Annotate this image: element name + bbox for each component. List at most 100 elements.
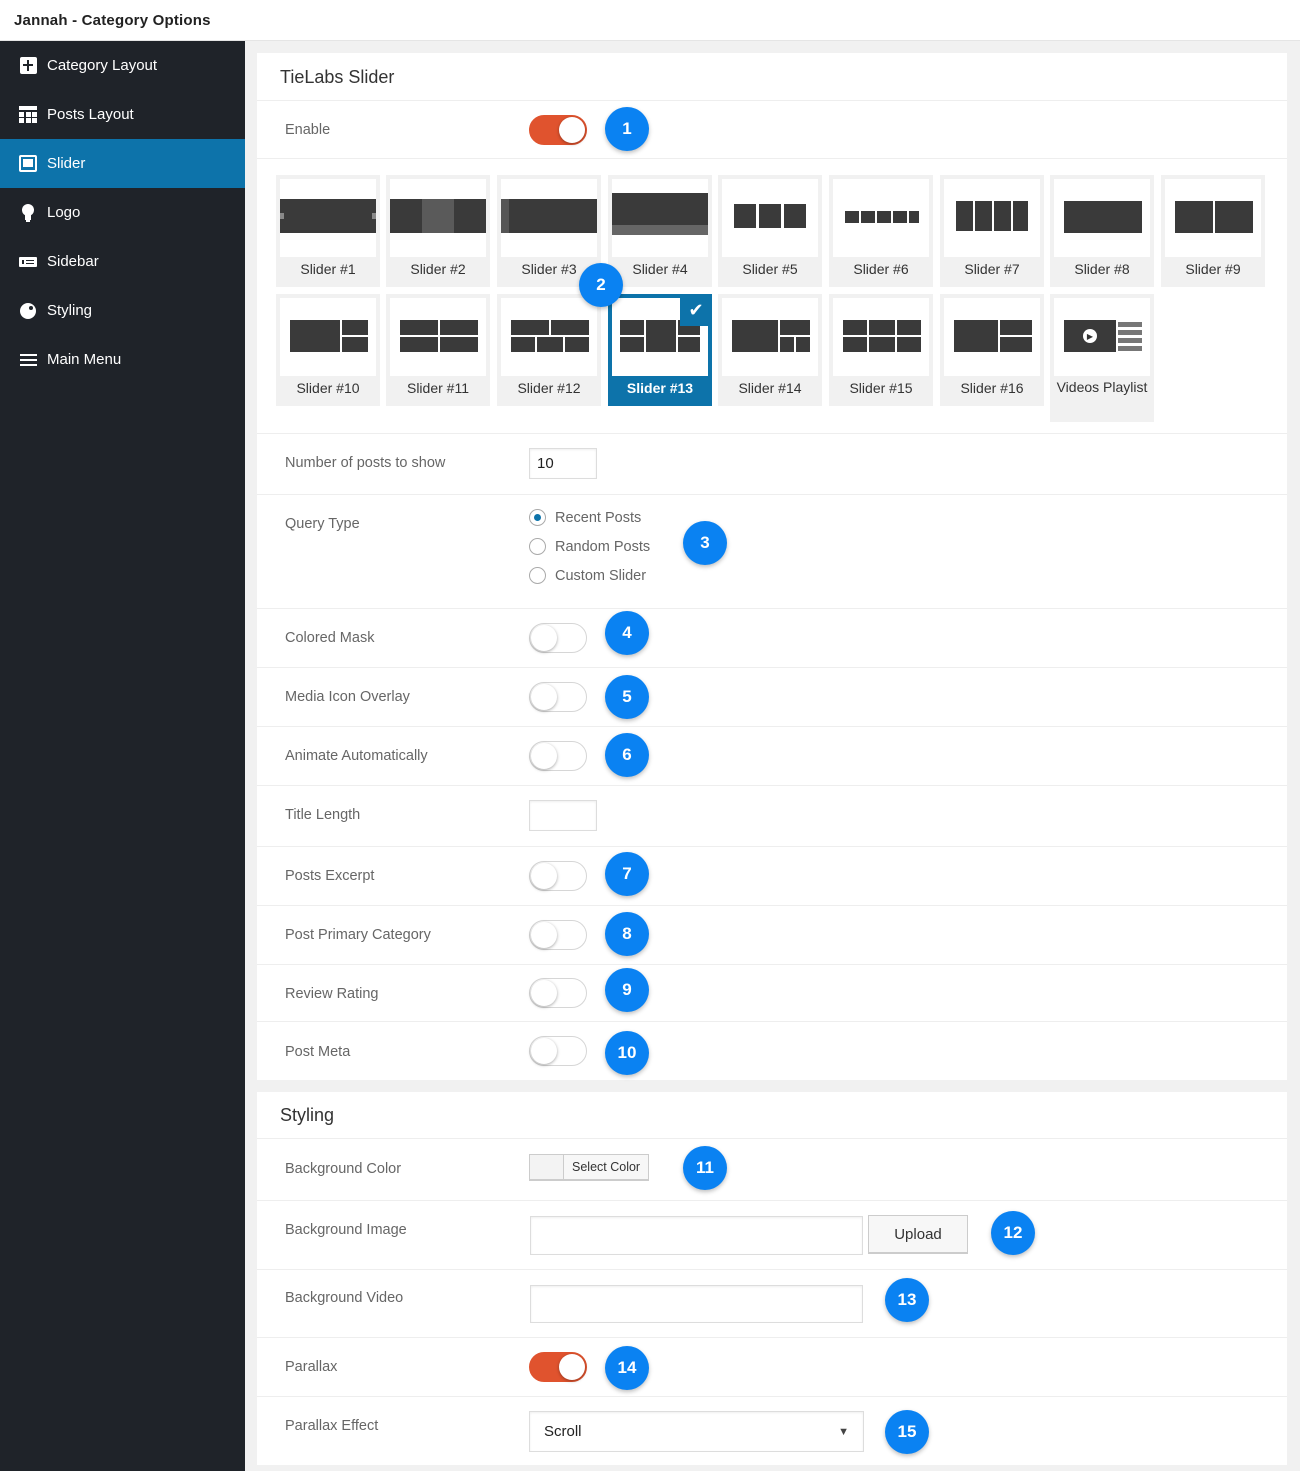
title-length-row: Title Length <box>257 786 1287 847</box>
radio-custom-slider[interactable]: Custom Slider <box>529 567 646 584</box>
posts-excerpt-toggle[interactable] <box>529 861 587 891</box>
callout-badge: 6 <box>605 733 649 777</box>
callout-badge: 7 <box>605 852 649 896</box>
slider-tile-15[interactable]: Slider #15 <box>829 294 933 406</box>
tile-label: Slider #14 <box>738 380 802 396</box>
slider-tile-14[interactable]: Slider #14 <box>718 294 822 406</box>
slider-tile-7[interactable]: Slider #7 <box>940 175 1044 287</box>
title-length-label: Title Length <box>285 807 361 823</box>
slider-tile-11[interactable]: Slider #11 <box>386 294 490 406</box>
sidebar-item-label: Posts Layout <box>47 106 134 123</box>
tile-label: Slider #5 <box>742 261 798 277</box>
tile-label: Slider #7 <box>964 261 1020 277</box>
slider-tile-videos-playlist[interactable]: ▶ Videos Playlist <box>1050 294 1154 422</box>
sidebar-item-label: Main Menu <box>47 351 122 368</box>
posts-layout-icon <box>19 106 37 124</box>
slider-tile-13[interactable]: ✔ Slider #13 <box>608 294 712 406</box>
sidebar-item-slider[interactable]: Slider <box>0 139 245 188</box>
sidebar-nav: Category Layout Posts Layout Slider Logo… <box>0 41 245 1471</box>
callout-badge: 3 <box>683 521 727 565</box>
bg-image-row: Background Image Upload 12 <box>257 1201 1287 1270</box>
posts-excerpt-label: Posts Excerpt <box>285 868 375 884</box>
slider-tile-8[interactable]: Slider #8 <box>1050 175 1154 287</box>
parallax-label: Parallax <box>285 1359 338 1375</box>
animate-automatically-toggle[interactable] <box>529 741 587 771</box>
colored-mask-label: Colored Mask <box>285 630 375 646</box>
title-length-input[interactable] <box>529 800 597 831</box>
slider-tile-4[interactable]: Slider #4 <box>608 175 712 287</box>
animate-automatically-label: Animate Automatically <box>285 748 428 764</box>
callout-badge: 9 <box>605 968 649 1012</box>
tile-label: Slider #11 <box>406 380 469 396</box>
post-meta-row: Post Meta 10 <box>257 1022 1287 1080</box>
category-layout-icon <box>19 57 37 75</box>
review-rating-toggle[interactable] <box>529 978 587 1008</box>
num-posts-row: Number of posts to show 10 <box>257 434 1287 495</box>
checkmark-icon: ✔ <box>680 294 712 326</box>
sidebar-item-label: Category Layout <box>47 57 158 74</box>
slider-tile-2[interactable]: Slider #2 <box>386 175 490 287</box>
media-icon-overlay-toggle[interactable] <box>529 682 587 712</box>
slider-tile-6[interactable]: Slider #6 <box>829 175 933 287</box>
callout-badge: 8 <box>605 912 649 956</box>
sidebar-item-sidebar[interactable]: Sidebar <box>0 237 245 286</box>
upload-button[interactable]: Upload <box>868 1215 968 1253</box>
enable-label: Enable <box>285 122 331 138</box>
sidebar-item-label: Slider <box>47 155 86 172</box>
bg-color-row: Background Color Select Color 11 <box>257 1139 1287 1201</box>
sidebar-item-label: Logo <box>47 204 81 221</box>
sidebar-item-category-layout[interactable]: Category Layout <box>0 41 245 90</box>
slider-tile-16[interactable]: Slider #16 <box>940 294 1044 406</box>
sidebar-item-posts-layout[interactable]: Posts Layout <box>0 90 245 139</box>
parallax-row: Parallax 14 <box>257 1338 1287 1397</box>
callout-badge: 5 <box>605 675 649 719</box>
bg-video-row: Background Video 13 <box>257 1270 1287 1338</box>
callout-badge: 15 <box>885 1410 929 1454</box>
num-posts-label: Number of posts to show <box>285 455 446 471</box>
post-meta-toggle[interactable] <box>529 1036 587 1066</box>
review-rating-row: Review Rating 9 <box>257 965 1287 1022</box>
callout-badge: 1 <box>605 107 649 151</box>
section-title: Styling <box>257 1092 1287 1139</box>
slider-tile-10[interactable]: Slider #10 <box>276 294 380 406</box>
parallax-effect-row: Parallax Effect Scroll ▼ 15 <box>257 1397 1287 1465</box>
callout-badge: 12 <box>991 1211 1035 1255</box>
slider-tile-12[interactable]: Slider #12 <box>497 294 601 406</box>
bg-image-input[interactable] <box>530 1216 863 1255</box>
parallax-effect-select[interactable]: Scroll ▼ <box>529 1411 864 1452</box>
media-icon-overlay-label: Media Icon Overlay <box>285 689 410 705</box>
styling-panel: Styling Background Color Select Color 11… <box>257 1092 1287 1465</box>
review-rating-label: Review Rating <box>285 986 379 1002</box>
bg-video-input[interactable] <box>530 1285 863 1323</box>
post-meta-label: Post Meta <box>285 1044 351 1060</box>
tile-label: Slider #4 <box>632 261 688 277</box>
select-color-button[interactable]: Select Color <box>529 1154 649 1180</box>
section-title: TieLabs Slider <box>257 53 1287 101</box>
slider-panel: TieLabs Slider Enable 1 Slider #1 Slider… <box>257 53 1287 1080</box>
slider-tile-5[interactable]: Slider #5 <box>718 175 822 287</box>
enable-toggle[interactable] <box>529 115 587 145</box>
slider-tile-1[interactable]: Slider #1 <box>276 175 380 287</box>
slider-tiles-row: Slider #1 Slider #2 Slider #3 Slider #4 … <box>257 159 1287 434</box>
num-posts-input[interactable]: 10 <box>529 448 597 479</box>
enable-row: Enable 1 <box>257 101 1287 159</box>
tile-label: Slider #6 <box>853 261 909 277</box>
sidebar-item-label: Sidebar <box>47 253 99 270</box>
animate-automatically-row: Animate Automatically 6 <box>257 727 1287 786</box>
sidebar-item-logo[interactable]: Logo <box>0 188 245 237</box>
radio-recent-posts[interactable]: Recent Posts <box>529 509 641 526</box>
lightbulb-icon <box>19 203 37 222</box>
callout-badge: 14 <box>605 1346 649 1390</box>
radio-random-posts[interactable]: Random Posts <box>529 538 650 555</box>
tile-label: Slider #15 <box>849 380 913 396</box>
callout-badge: 10 <box>605 1031 649 1075</box>
sidebar-item-label: Styling <box>47 302 93 319</box>
sidebar-item-styling[interactable]: Styling <box>0 286 245 335</box>
slider-tile-9[interactable]: Slider #9 <box>1161 175 1265 287</box>
tile-label: Slider #13 <box>626 380 694 396</box>
colored-mask-toggle[interactable] <box>529 623 587 653</box>
post-primary-category-toggle[interactable] <box>529 920 587 950</box>
parallax-toggle[interactable] <box>529 1352 587 1382</box>
sidebar-item-main-menu[interactable]: Main Menu <box>0 335 245 384</box>
colored-mask-row: Colored Mask 4 <box>257 609 1287 668</box>
